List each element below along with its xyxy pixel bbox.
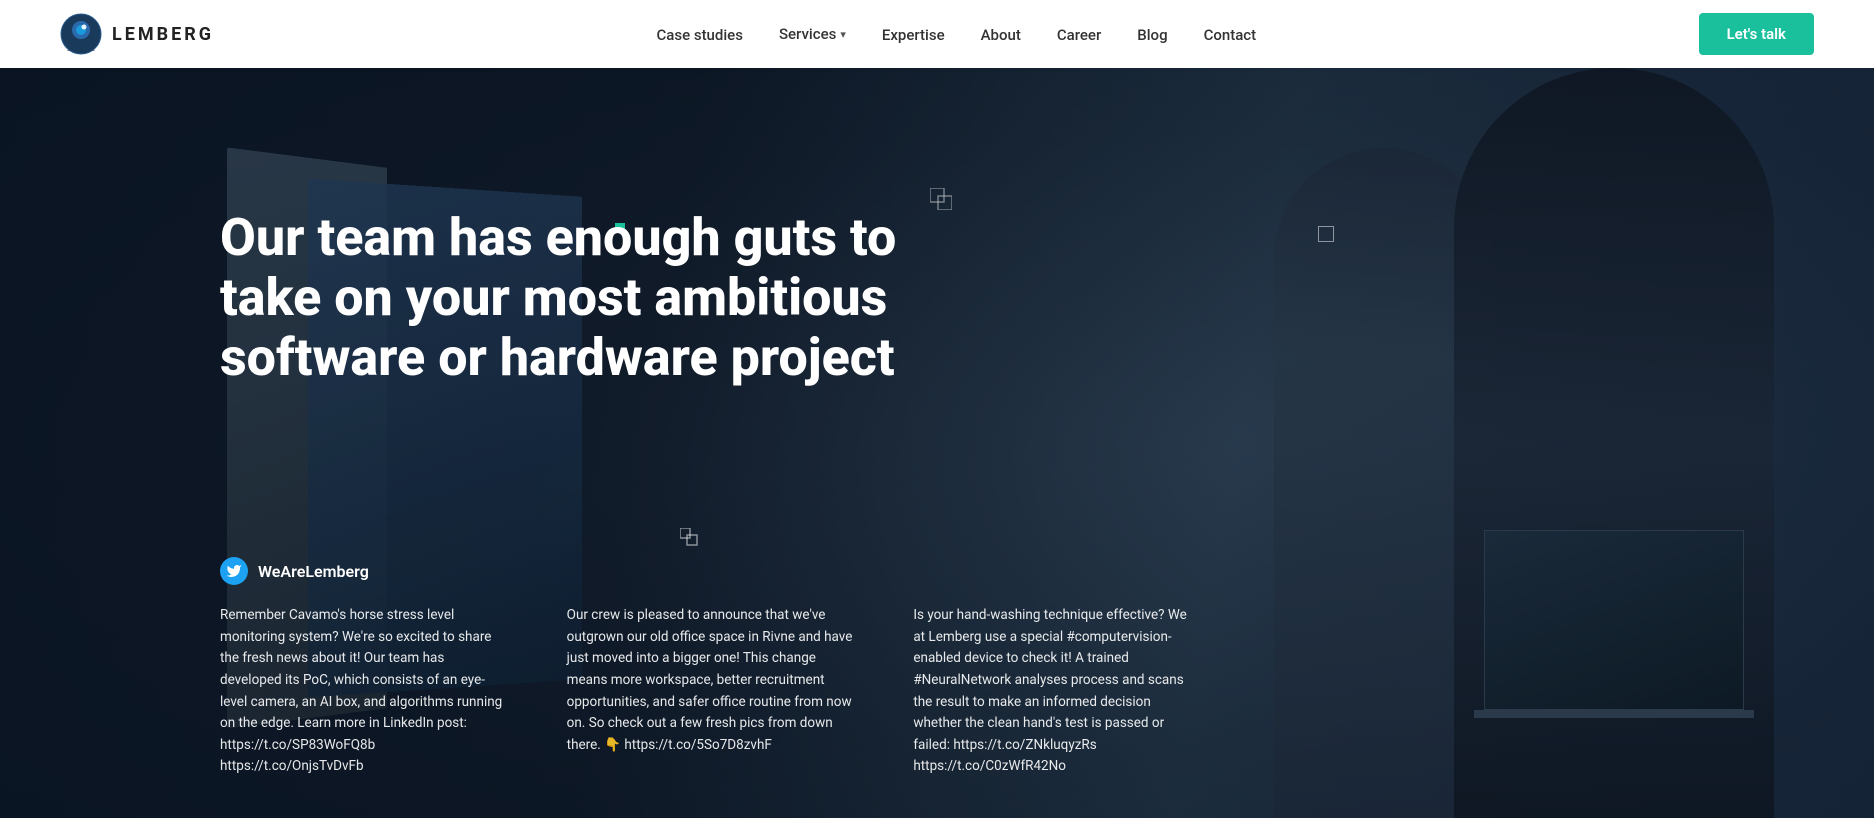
social-header: WeAreLemberg: [220, 557, 1814, 585]
logo-link[interactable]: LEMBERG: [60, 13, 214, 55]
nav-link-blog[interactable]: Blog: [1137, 26, 1167, 44]
social-section: WeAreLemberg Remember Cavamo's horse str…: [220, 557, 1814, 778]
nav-item-blog[interactable]: Blog: [1137, 25, 1167, 44]
hero-title: Our team has enough guts to take on your…: [220, 208, 940, 387]
nav-menu: Case studies Services ▾ Expertise About …: [656, 25, 1256, 44]
nav-item-contact[interactable]: Contact: [1204, 25, 1257, 44]
logo-icon: [60, 13, 102, 55]
nav-item-case-studies[interactable]: Case studies: [656, 25, 742, 44]
deco-rect-outline: [1318, 226, 1334, 242]
post-1: Remember Cavamo's horse stress level mon…: [220, 605, 507, 778]
nav-link-career[interactable]: Career: [1057, 26, 1101, 44]
nav-item-expertise[interactable]: Expertise: [882, 25, 945, 44]
nav-item-about[interactable]: About: [981, 25, 1021, 44]
post-3: Is your hand-washing technique effective…: [913, 605, 1200, 778]
services-chevron-icon: ▾: [840, 28, 846, 41]
post-2: Our crew is pleased to announce that we'…: [567, 605, 854, 778]
nav-link-contact[interactable]: Contact: [1204, 26, 1257, 44]
hero-section: Our team has enough guts to take on your…: [0, 68, 1874, 818]
nav-link-expertise[interactable]: Expertise: [882, 26, 945, 44]
navbar: LEMBERG Case studies Services ▾ Expertis…: [0, 0, 1874, 68]
nav-link-case-studies[interactable]: Case studies: [656, 26, 742, 44]
social-handle: WeAreLemberg: [258, 562, 369, 581]
logo-text: LEMBERG: [112, 24, 214, 45]
deco-small-rect: [680, 528, 698, 550]
hero-content: Our team has enough guts to take on your…: [220, 208, 940, 467]
nav-item-services[interactable]: Services ▾: [779, 25, 846, 43]
social-posts-grid: Remember Cavamo's horse stress level mon…: [220, 605, 1200, 778]
nav-link-about[interactable]: About: [981, 26, 1021, 44]
nav-link-services[interactable]: Services: [779, 25, 836, 43]
nav-item-career[interactable]: Career: [1057, 25, 1101, 44]
twitter-icon: [220, 557, 248, 585]
cta-button[interactable]: Let's talk: [1699, 13, 1814, 55]
